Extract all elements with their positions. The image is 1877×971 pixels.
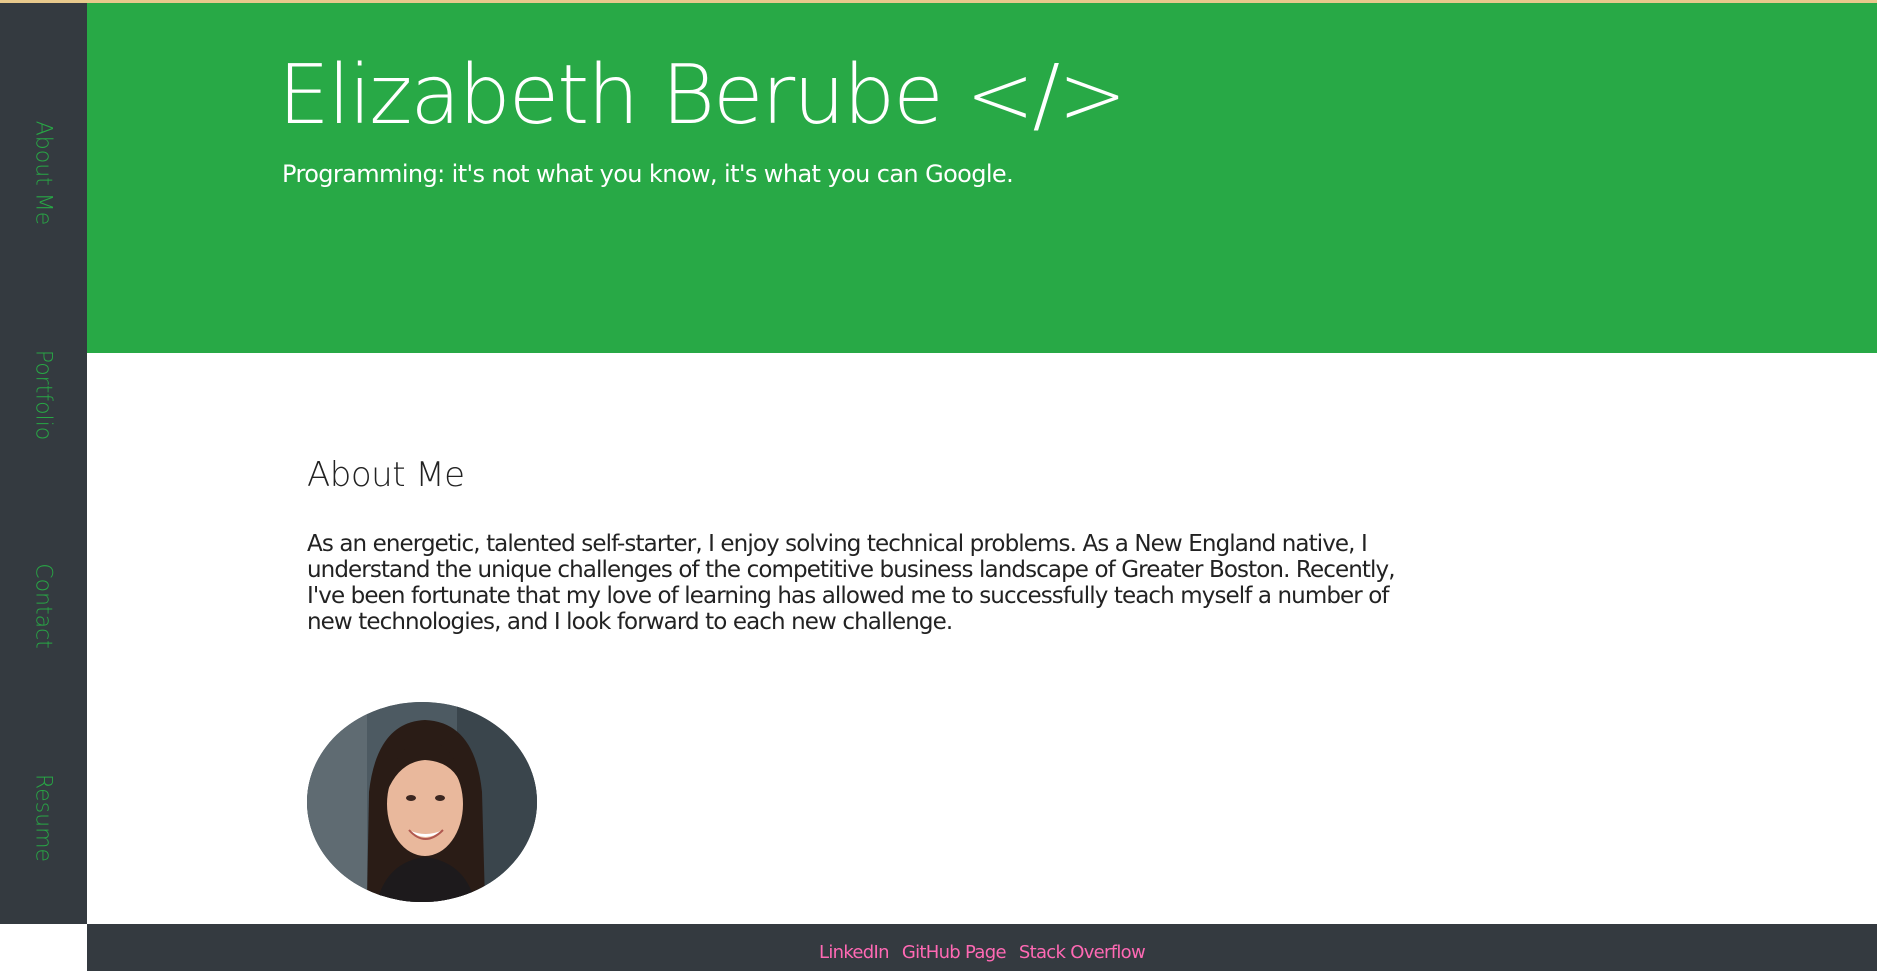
footer: LinkedIn GitHub Page Stack Overflow bbox=[87, 924, 1877, 971]
profile-photo bbox=[307, 702, 537, 902]
hero-banner: Elizabeth Berube </> Programming: it's n… bbox=[87, 3, 1877, 353]
sidebar-item-about-me[interactable]: About Me bbox=[31, 121, 56, 226]
sidebar-nav: About Me Portfolio Contact Resume bbox=[0, 3, 87, 924]
footer-links: LinkedIn GitHub Page Stack Overflow bbox=[87, 942, 1877, 963]
footer-link-stack-overflow[interactable]: Stack Overflow bbox=[1019, 942, 1146, 963]
profile-photo-illustration bbox=[307, 702, 537, 902]
sidebar-item-contact[interactable]: Contact bbox=[31, 563, 56, 649]
about-paragraph: As an energetic, talented self-starter, … bbox=[307, 531, 1396, 635]
page-subtitle: Programming: it's not what you know, it'… bbox=[282, 160, 1014, 188]
sidebar-item-resume[interactable]: Resume bbox=[31, 774, 56, 862]
sidebar-item-portfolio[interactable]: Portfolio bbox=[31, 350, 56, 441]
about-section: About Me As an energetic, talented self-… bbox=[307, 455, 1407, 635]
page-title: Elizabeth Berube </> bbox=[278, 48, 1127, 143]
about-heading: About Me bbox=[307, 455, 465, 495]
footer-link-linkedin[interactable]: LinkedIn bbox=[819, 942, 890, 963]
footer-link-github[interactable]: GitHub Page bbox=[902, 942, 1007, 963]
